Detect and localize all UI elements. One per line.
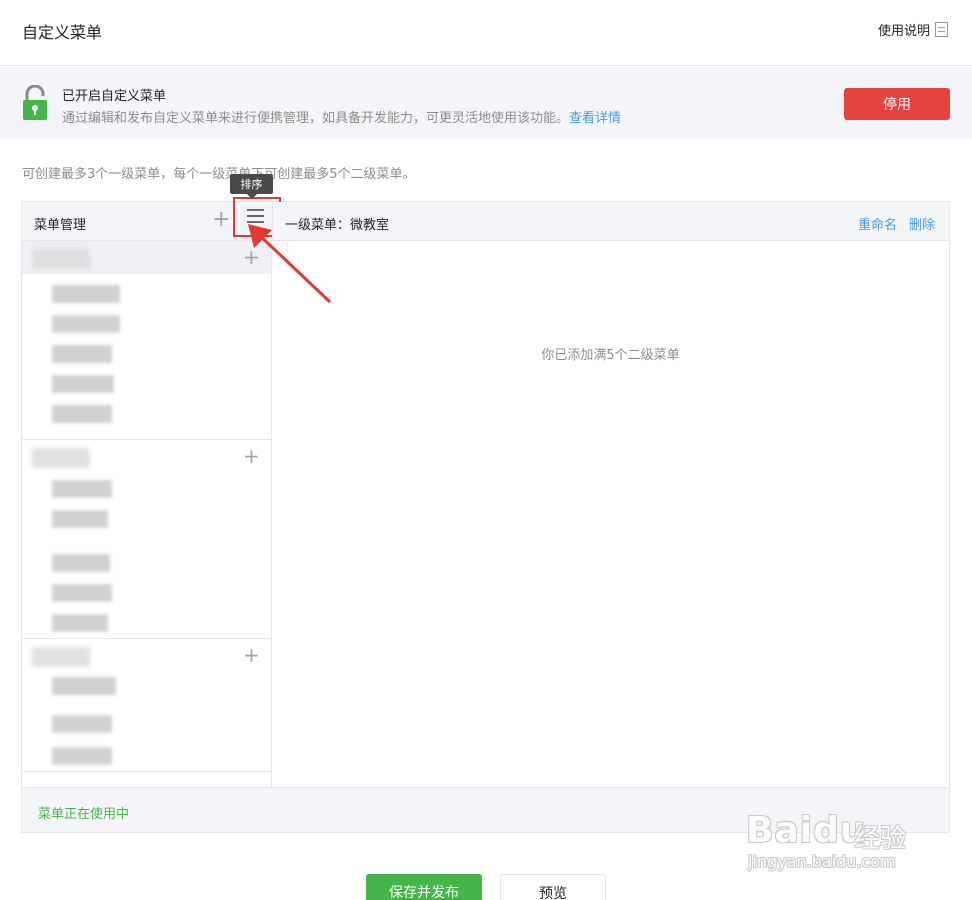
submenu-full-message: 你已添加满5个二级菜单 <box>541 348 680 363</box>
menu-parent-blurred[interactable] <box>32 249 90 269</box>
sort-tooltip: 排序 <box>230 174 273 199</box>
menu-panel: 菜单管理 + 一级菜单：微教室 重命名 删除 + + + 你已添加满5个二级菜单… <box>21 197 950 833</box>
page-header: 自定义菜单 使用说明 <box>0 0 972 66</box>
menu-status-bar: 已开启自定义菜单 通过编辑和发布自定义菜单来进行便携管理，如具备开发能力，可更灵… <box>0 67 972 139</box>
status-description-text: 通过编辑和发布自定义菜单来进行便携管理，如具备开发能力，可更灵活地使用该功能。 <box>62 111 570 126</box>
submenu-item-blurred[interactable] <box>52 510 108 528</box>
status-description: 通过编辑和发布自定义菜单来进行便携管理，如具备开发能力，可更灵活地使用该功能。查… <box>62 107 621 126</box>
submenu-item-blurred[interactable] <box>52 315 120 333</box>
rename-link[interactable]: 重命名 <box>858 214 897 233</box>
watermark-product: 经验 <box>854 824 907 854</box>
add-submenu-plus-icon[interactable]: + <box>243 645 260 665</box>
stop-button[interactable]: 停用 <box>844 88 950 120</box>
submenu-item-blurred[interactable] <box>52 480 112 498</box>
menu-tree: + + + <box>22 241 272 787</box>
menu-management-header: 菜单管理 + <box>22 197 281 241</box>
submenu-item-blurred[interactable] <box>52 747 112 765</box>
view-details-link[interactable]: 查看详情 <box>569 111 621 126</box>
submenu-item-blurred[interactable] <box>52 584 112 602</box>
submenu-item-blurred[interactable] <box>52 375 114 393</box>
submenu-item-blurred[interactable] <box>52 677 116 695</box>
watermark-url: jingyan.baidu.com <box>748 852 896 871</box>
delete-link[interactable]: 删除 <box>909 214 935 233</box>
save-and-publish-button[interactable]: 保存并发布 <box>366 874 482 900</box>
doc-icon <box>935 22 948 37</box>
help-link-label: 使用说明 <box>877 24 930 39</box>
menu-parent-blurred[interactable] <box>32 647 90 667</box>
limit-note: 可创建最多3个一级菜单，每个一级菜单下可创建最多5个二级菜单。 <box>22 167 416 182</box>
menu-detail-header: 一级菜单：微教室 重命名 删除 <box>272 202 949 241</box>
watermark-brand: Baidu <box>746 810 867 851</box>
menu-parent-blurred[interactable] <box>32 448 90 468</box>
preview-button[interactable]: 预览 <box>500 874 606 900</box>
add-submenu-plus-icon[interactable]: + <box>243 446 260 466</box>
menu-management-title: 菜单管理 <box>34 218 87 233</box>
page-title: 自定义菜单 <box>22 23 103 42</box>
menu-in-use-status: 菜单正在使用中 <box>38 807 130 822</box>
menu-group[interactable]: + <box>22 241 271 440</box>
menu-detail-body: 你已添加满5个二级菜单 <box>272 241 949 787</box>
submenu-item-blurred[interactable] <box>52 285 120 303</box>
help-link[interactable]: 使用说明 <box>878 20 948 39</box>
status-title: 已开启自定义菜单 <box>62 89 167 104</box>
menu-group[interactable]: + <box>22 639 271 772</box>
menu-group[interactable]: + <box>22 440 271 639</box>
baidu-jingyan-watermark: Baidu 经验 jingyan.baidu.com <box>746 800 946 880</box>
submenu-item-blurred[interactable] <box>52 554 110 572</box>
submenu-item-blurred[interactable] <box>52 614 108 632</box>
submenu-item-blurred[interactable] <box>52 715 112 733</box>
add-menu-plus-icon[interactable]: + <box>212 209 230 231</box>
submenu-item-blurred[interactable] <box>52 405 112 423</box>
submenu-item-blurred[interactable] <box>52 345 112 363</box>
arrow-annotation <box>248 224 332 304</box>
lock-icon <box>23 85 47 120</box>
